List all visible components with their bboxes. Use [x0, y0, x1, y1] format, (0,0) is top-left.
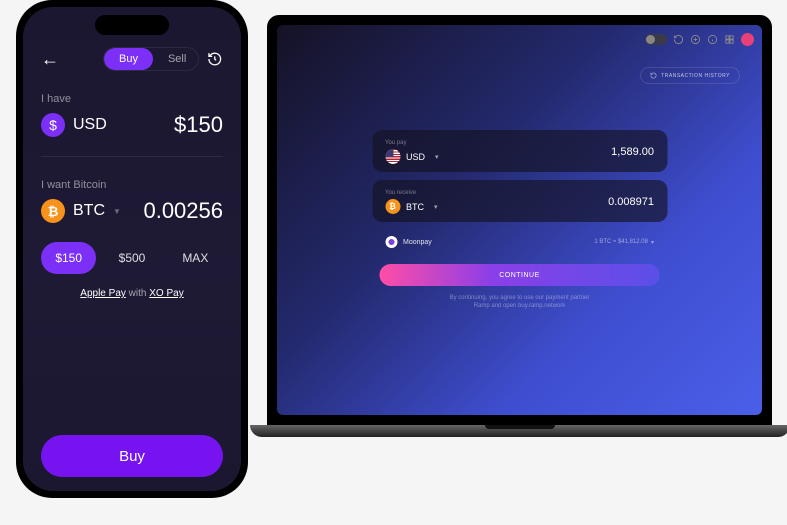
provider-name: Moonpay [403, 239, 432, 246]
history-icon[interactable] [207, 51, 223, 67]
chevron-down-icon: ▾ [435, 153, 439, 161]
mobile-app: ← Buy Sell I have $ USD $150 I want Bitc… [23, 7, 241, 491]
tx-history-label: TRANSACTION HISTORY [661, 73, 730, 79]
avatar[interactable] [741, 33, 754, 46]
phone-device: ← Buy Sell I have $ USD $150 I want Bitc… [16, 0, 248, 498]
have-asset-row: $ USD $150 [41, 112, 223, 138]
tab-buy[interactable]: Buy [104, 48, 153, 70]
provider-rate: 1 BTC ≈ $41,812.08 ▾ [594, 239, 654, 246]
you-pay-label: You pay [385, 140, 439, 146]
receive-currency-selector[interactable]: ₿ BTC ▾ [385, 199, 438, 214]
want-amount: 0.00256 [143, 198, 223, 224]
want-asset-row: ₿ BTC ▼ 0.00256 [41, 198, 223, 224]
laptop-device: TRANSACTION HISTORY You pay USD ▾ 1,589.… [267, 15, 772, 437]
want-asset-code[interactable]: BTC [73, 202, 105, 220]
chevron-down-icon: ▾ [651, 239, 654, 246]
have-asset-code[interactable]: USD [73, 116, 107, 134]
disclaimer-text: By continuing, you agree to use our paym… [372, 294, 667, 311]
payment-method-text[interactable]: Apple Pay with XO Pay [41, 288, 223, 299]
continue-button[interactable]: CONTINUE [380, 264, 660, 286]
preset-500[interactable]: $500 [104, 242, 159, 274]
you-receive-card: You receive ₿ BTC ▾ 0.008971 [372, 180, 667, 222]
preset-150[interactable]: $150 [41, 242, 96, 274]
info-icon[interactable] [707, 34, 718, 45]
chevron-down-icon: ▼ [113, 207, 121, 216]
preset-max[interactable]: MAX [168, 242, 223, 274]
usd-flag-icon [385, 149, 400, 164]
laptop-notch [490, 15, 550, 23]
have-label: I have [41, 93, 223, 105]
laptop-base [250, 425, 787, 437]
buy-sell-tabs: Buy Sell [103, 47, 199, 71]
buy-button[interactable]: Buy [41, 435, 223, 477]
history-icon[interactable] [673, 34, 684, 45]
theme-toggle[interactable] [645, 34, 667, 45]
btc-icon: ₿ [41, 199, 65, 223]
have-amount[interactable]: $150 [174, 112, 223, 138]
you-receive-label: You receive [385, 190, 438, 196]
btc-icon: ₿ [385, 199, 400, 214]
usd-icon: $ [41, 113, 65, 137]
apple-pay-link[interactable]: Apple Pay [80, 288, 126, 299]
exchange-panel: You pay USD ▾ 1,589.00 You receive ₿ [372, 130, 667, 311]
pay-amount[interactable]: 1,589.00 [611, 146, 654, 158]
moonpay-icon [385, 236, 397, 248]
transaction-history-button[interactable]: TRANSACTION HISTORY [640, 67, 740, 84]
provider-selector[interactable]: Moonpay 1 BTC ≈ $41,812.08 ▾ [372, 230, 667, 254]
pay-currency-selector[interactable]: USD ▾ [385, 149, 439, 164]
xo-pay-link[interactable]: XO Pay [149, 288, 183, 299]
laptop-screen: TRANSACTION HISTORY You pay USD ▾ 1,589.… [267, 15, 772, 425]
you-pay-card: You pay USD ▾ 1,589.00 [372, 130, 667, 172]
want-label: I want Bitcoin [41, 179, 223, 191]
pay-currency-code: USD [406, 152, 425, 162]
desktop-app: TRANSACTION HISTORY You pay USD ▾ 1,589.… [277, 25, 762, 415]
mobile-header: ← Buy Sell [41, 47, 223, 71]
grid-icon[interactable] [724, 34, 735, 45]
receive-amount: 0.008971 [608, 196, 654, 208]
amount-presets: $150 $500 MAX [41, 242, 223, 274]
dynamic-island [95, 15, 169, 35]
divider [41, 156, 223, 157]
receive-currency-code: BTC [406, 202, 424, 212]
chevron-down-icon: ▾ [434, 203, 438, 211]
desktop-toolbar [645, 33, 754, 46]
tab-sell[interactable]: Sell [153, 48, 200, 70]
add-icon[interactable] [690, 34, 701, 45]
back-button[interactable]: ← [41, 49, 59, 70]
